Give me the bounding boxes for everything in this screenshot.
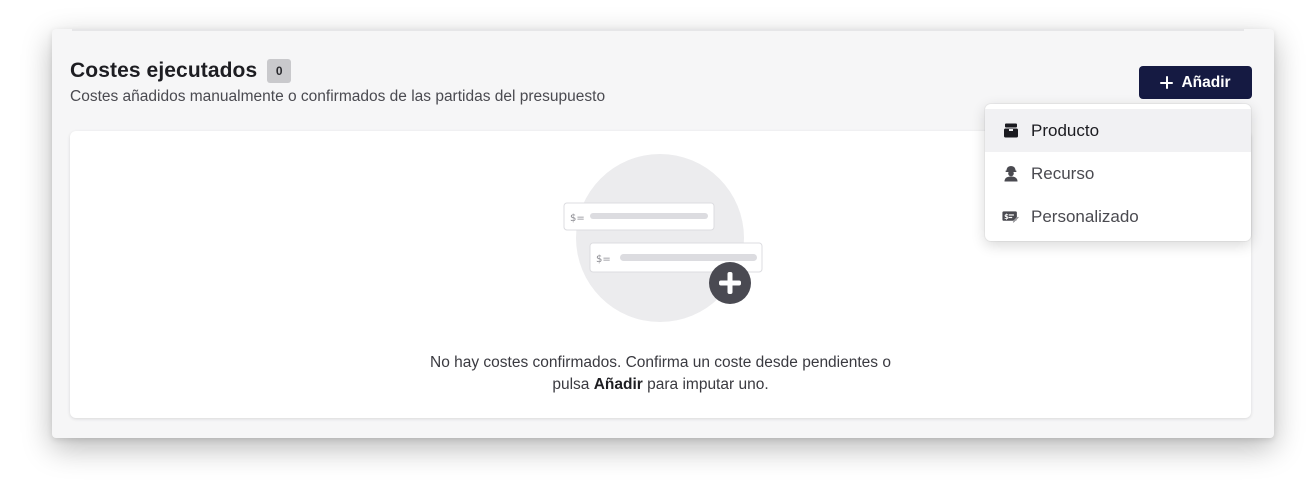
panel-divider <box>72 29 1244 31</box>
svg-text:$: $ <box>1004 213 1009 221</box>
add-button-label: Añadir <box>1181 73 1231 91</box>
illustration-row-1: $= <box>563 202 715 231</box>
count-badge: 0 <box>267 59 292 83</box>
dropdown-item-recurso[interactable]: Recurso <box>985 152 1251 195</box>
empty-state-line-2: pulsa Añadir para imputar uno. <box>70 374 1251 396</box>
dropdown-item-label: Producto <box>1031 120 1100 140</box>
custom-cost-icon: $ <box>1002 208 1019 225</box>
dropdown-item-producto[interactable]: Producto <box>985 109 1251 152</box>
box-icon <box>1002 122 1019 139</box>
section-subtitle: Costes añadidos manualmente o confirmado… <box>70 88 606 105</box>
worker-icon <box>1002 165 1019 182</box>
empty-state-line-2-suffix: para imputar uno. <box>642 376 769 393</box>
empty-state-line-2-prefix: pulsa <box>552 376 594 393</box>
empty-state-message: No hay costes confirmados. Confirma un c… <box>70 352 1251 396</box>
plus-icon <box>1160 76 1174 89</box>
illustration-row-2-label: $= <box>596 254 611 265</box>
add-button[interactable]: Añadir <box>1139 66 1252 99</box>
illustration-plus-icon <box>709 262 751 304</box>
section-header: Costes ejecutados 0 <box>70 59 292 83</box>
empty-costs-illustration: $= $= <box>563 154 763 322</box>
dropdown-item-label: Recurso <box>1031 163 1095 183</box>
empty-state-line-1: No hay costes confirmados. Confirma un c… <box>430 354 891 371</box>
section-title: Costes ejecutados <box>70 59 258 82</box>
empty-state-add-emphasis: Añadir <box>593 376 643 393</box>
dropdown-item-label: Personalizado <box>1031 206 1139 226</box>
add-options-dropdown: Producto Recurso $ Personalizado <box>985 104 1251 241</box>
illustration-row-1-label: $= <box>570 213 585 224</box>
dropdown-item-personalizado[interactable]: $ Personalizado <box>985 195 1251 238</box>
